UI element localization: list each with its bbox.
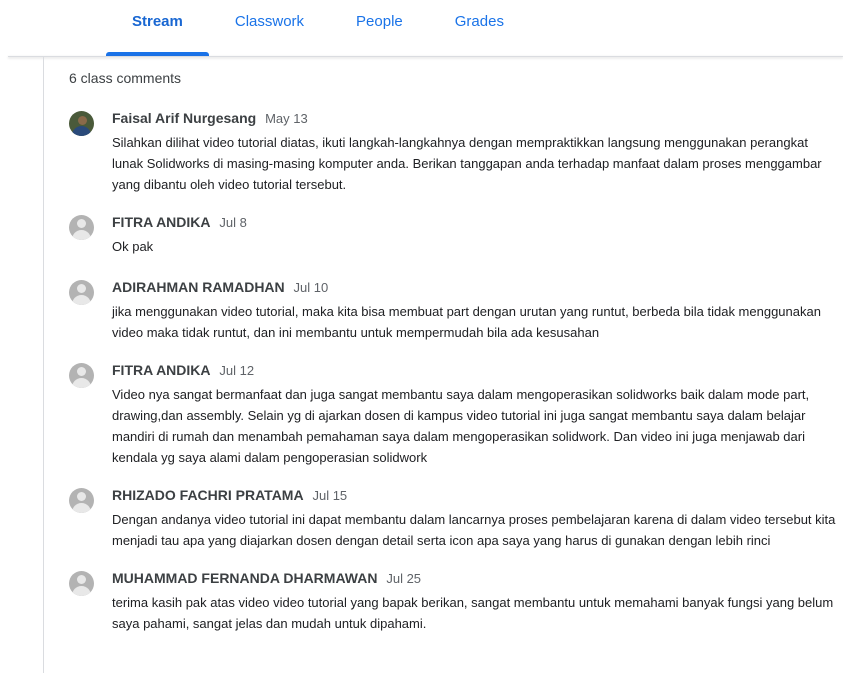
comment-item: FITRA ANDIKA Jul 12 Video nya sangat ber… bbox=[69, 361, 839, 468]
default-user-icon-body bbox=[72, 586, 91, 596]
comment-meta: RHIZADO FACHRI PRATAMA Jul 15 bbox=[112, 486, 839, 505]
tab-people[interactable]: People bbox=[330, 0, 429, 56]
default-user-icon-body bbox=[72, 230, 91, 240]
avatar[interactable] bbox=[69, 111, 94, 136]
comment-author[interactable]: RHIZADO FACHRI PRATAMA bbox=[112, 487, 304, 503]
class-tabs: Stream Classwork People Grades bbox=[106, 0, 530, 56]
comment-item: RHIZADO FACHRI PRATAMA Jul 15 Dengan and… bbox=[69, 486, 839, 551]
tab-grades[interactable]: Grades bbox=[429, 0, 530, 56]
avatar[interactable] bbox=[69, 363, 94, 388]
comment-text: Video nya sangat bermanfaat dan juga san… bbox=[112, 387, 810, 465]
comment-author[interactable]: MUHAMMAD FERNANDA DHARMAWAN bbox=[112, 570, 377, 586]
comment-item: ADIRAHMAN RAMADHAN Jul 10 jika menggunak… bbox=[69, 278, 839, 343]
tab-classwork-label: Classwork bbox=[234, 13, 305, 30]
comment-meta: FITRA ANDIKA Jul 12 bbox=[112, 361, 839, 380]
default-user-icon bbox=[77, 219, 86, 228]
profile-photo-shoulders bbox=[72, 126, 91, 136]
comment-author[interactable]: ADIRAHMAN RAMADHAN bbox=[112, 279, 285, 295]
avatar[interactable] bbox=[69, 215, 94, 240]
tab-stream[interactable]: Stream bbox=[106, 0, 209, 56]
comment-date: Jul 12 bbox=[219, 363, 255, 378]
comment-text: Silahkan dilihat video tutorial diatas, … bbox=[112, 135, 822, 192]
avatar[interactable] bbox=[69, 488, 94, 513]
profile-photo-icon bbox=[78, 116, 87, 125]
default-user-icon bbox=[77, 575, 86, 584]
default-user-icon-body bbox=[72, 295, 91, 305]
comment-author[interactable]: FITRA ANDIKA bbox=[112, 362, 211, 378]
comment-date: May 13 bbox=[265, 111, 308, 126]
tab-classwork[interactable]: Classwork bbox=[209, 0, 330, 56]
comment-item: Faisal Arif Nurgesang May 13 Silahkan di… bbox=[69, 109, 839, 195]
tab-grades-label: Grades bbox=[454, 13, 504, 30]
comment-text: Ok pak bbox=[112, 239, 154, 254]
comment-item: MUHAMMAD FERNANDA DHARMAWAN Jul 25 terim… bbox=[69, 569, 839, 634]
post-left-border bbox=[43, 57, 44, 673]
avatar[interactable] bbox=[69, 571, 94, 596]
comment-meta: MUHAMMAD FERNANDA DHARMAWAN Jul 25 bbox=[112, 569, 839, 588]
default-user-icon bbox=[77, 367, 86, 376]
class-comments-count[interactable]: 6 class comments bbox=[69, 70, 181, 86]
comment-author[interactable]: Faisal Arif Nurgesang bbox=[112, 110, 256, 126]
comment-meta: Faisal Arif Nurgesang May 13 bbox=[112, 109, 839, 128]
default-user-icon bbox=[77, 492, 86, 501]
comment-date: Jul 10 bbox=[293, 280, 329, 295]
tab-people-label: People bbox=[356, 13, 403, 30]
comment-author[interactable]: FITRA ANDIKA bbox=[112, 214, 211, 230]
tab-stream-label: Stream bbox=[132, 13, 183, 30]
tab-bar-divider bbox=[8, 56, 843, 57]
comment-text: jika menggunakan video tutorial, maka ki… bbox=[112, 304, 821, 340]
default-user-icon-body bbox=[72, 378, 91, 388]
comment-item: FITRA ANDIKA Jul 8 Ok pak bbox=[69, 213, 839, 257]
class-comments-list: Faisal Arif Nurgesang May 13 Silahkan di… bbox=[69, 109, 839, 634]
default-user-icon-body bbox=[72, 503, 91, 513]
comment-text: terima kasih pak atas video video tutori… bbox=[112, 595, 834, 631]
default-user-icon bbox=[77, 284, 86, 293]
comment-date: Jul 8 bbox=[219, 215, 247, 230]
comment-date: Jul 25 bbox=[386, 571, 422, 586]
avatar[interactable] bbox=[69, 280, 94, 305]
comment-meta: ADIRAHMAN RAMADHAN Jul 10 bbox=[112, 278, 839, 297]
comment-text: Dengan andanya video tutorial ini dapat … bbox=[112, 512, 836, 548]
comment-date: Jul 15 bbox=[312, 488, 348, 503]
comment-meta: FITRA ANDIKA Jul 8 bbox=[112, 213, 839, 232]
